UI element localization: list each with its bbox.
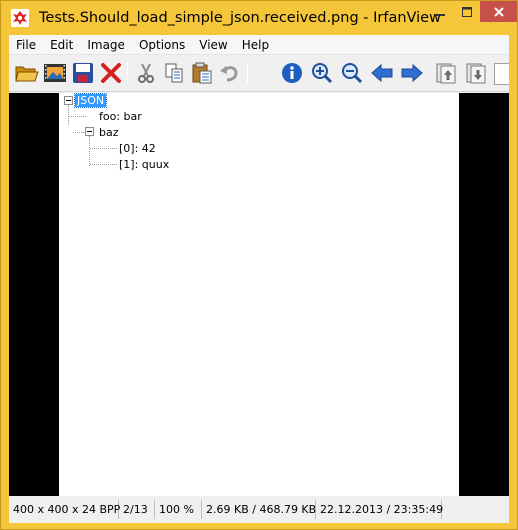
status-page: 2/13 xyxy=(119,500,155,519)
toolbar-separator xyxy=(247,62,248,84)
tree-node-root[interactable]: JSON xyxy=(73,93,108,108)
menu-bar: File Edit Image Options View Help xyxy=(9,35,509,55)
status-datetime: 22.12.2013 / 23:35:49 xyxy=(316,500,443,519)
tree-node[interactable]: foo: bar xyxy=(99,110,142,123)
tree-node[interactable]: baz xyxy=(99,126,119,139)
tree-node[interactable]: [0]: 42 xyxy=(119,142,156,155)
title-bar[interactable]: Tests.Should_load_simple_json.received.p… xyxy=(1,1,517,35)
toolbar-overflow[interactable] xyxy=(494,63,509,85)
irfanview-icon[interactable] xyxy=(11,9,29,27)
maximize-button[interactable] xyxy=(453,1,480,23)
save-button[interactable] xyxy=(70,60,96,86)
collapse-toggle[interactable] xyxy=(64,96,73,105)
toolbar xyxy=(9,56,509,92)
menu-help[interactable]: Help xyxy=(235,35,276,55)
tree-guide xyxy=(69,116,86,117)
status-zoom: 100 % xyxy=(155,500,202,519)
irfanview-window: Tests.Should_load_simple_json.received.p… xyxy=(0,0,518,530)
paste-icon xyxy=(192,62,212,84)
save-icon xyxy=(73,63,93,83)
cut-icon xyxy=(138,63,154,83)
copy-icon xyxy=(165,63,183,83)
window-title: Tests.Should_load_simple_json.received.p… xyxy=(39,10,441,26)
zoom-in-button[interactable] xyxy=(309,60,335,86)
last-page-icon xyxy=(466,63,486,84)
last-page-button[interactable] xyxy=(463,60,489,86)
close-button[interactable] xyxy=(480,1,517,22)
previous-arrow-icon xyxy=(371,63,393,83)
collapse-toggle[interactable] xyxy=(85,127,94,136)
image-canvas[interactable]: JSON foo: bar baz [0]: 42 [1]: quux xyxy=(9,93,509,496)
menu-edit[interactable]: Edit xyxy=(43,35,80,55)
menu-file[interactable]: File xyxy=(9,35,43,55)
maximize-icon xyxy=(461,7,472,17)
next-arrow-icon xyxy=(401,63,423,83)
info-icon xyxy=(282,63,302,83)
client-area: File Edit Image Options View Help JSON f… xyxy=(9,35,509,523)
status-bar: 400 x 400 x 24 BPP 2/13 100 % 2.69 KB / … xyxy=(9,496,509,523)
open-folder-icon xyxy=(15,66,39,82)
slideshow-button[interactable] xyxy=(42,60,68,86)
tree-guide xyxy=(68,105,69,125)
minimize-icon xyxy=(434,14,445,16)
toolbar-separator xyxy=(127,62,128,84)
tree-guide xyxy=(90,164,117,165)
copy-button[interactable] xyxy=(161,60,187,86)
zoom-out-icon xyxy=(342,63,363,84)
first-page-button[interactable] xyxy=(433,60,459,86)
zoom-in-icon xyxy=(312,63,333,84)
cut-button[interactable] xyxy=(133,60,159,86)
menu-image[interactable]: Image xyxy=(80,35,132,55)
paste-button[interactable] xyxy=(189,60,215,86)
menu-options[interactable]: Options xyxy=(132,35,192,55)
undo-button[interactable] xyxy=(217,60,243,86)
status-file-size: 2.69 KB / 468.79 KB xyxy=(202,500,316,519)
first-page-icon xyxy=(436,63,456,84)
undo-icon xyxy=(220,66,238,82)
open-button[interactable] xyxy=(14,60,40,86)
previous-button[interactable] xyxy=(369,60,395,86)
delete-button[interactable] xyxy=(98,60,124,86)
minimize-button[interactable] xyxy=(426,1,453,23)
delete-icon xyxy=(101,63,121,83)
tree-guide xyxy=(90,148,117,149)
status-extra xyxy=(442,500,504,519)
info-button[interactable] xyxy=(279,60,305,86)
next-button[interactable] xyxy=(399,60,425,86)
status-dimensions: 400 x 400 x 24 BPP xyxy=(9,500,120,519)
menu-view[interactable]: View xyxy=(192,35,234,55)
close-icon xyxy=(493,6,504,17)
displayed-image: JSON foo: bar baz [0]: 42 [1]: quux xyxy=(59,93,459,496)
zoom-out-button[interactable] xyxy=(339,60,365,86)
tree-guide xyxy=(89,136,90,166)
slideshow-icon xyxy=(44,64,66,82)
tree-node[interactable]: [1]: quux xyxy=(119,158,169,171)
